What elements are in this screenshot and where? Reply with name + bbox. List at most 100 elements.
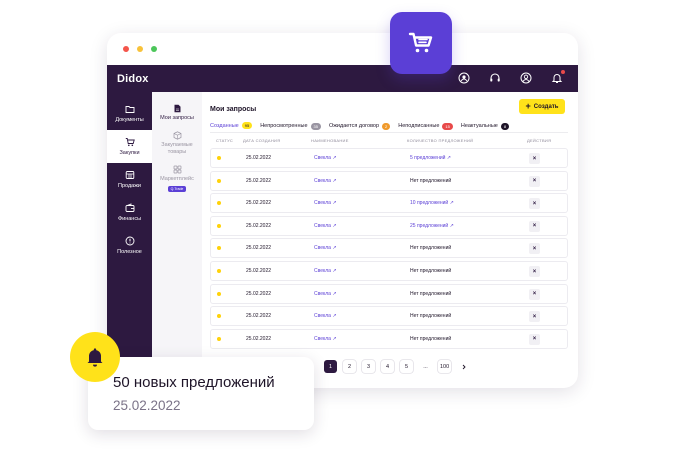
subnav-item-my-requests[interactable]: Мои запросы [152, 104, 202, 122]
file-icon [174, 104, 180, 113]
bell-icon [87, 348, 103, 367]
table-row[interactable]: 25.02.2022 Свекла ↗ Нет предложений × [210, 238, 568, 259]
subnav-item-purchased-goods[interactable]: Закупаемые товары [152, 131, 202, 156]
window-titlebar [107, 33, 578, 65]
row-date: 25.02.2022 [246, 222, 272, 229]
wallet-icon [125, 203, 134, 212]
notification-toast[interactable]: 50 новых предложений 25.02.2022 [88, 357, 314, 430]
row-name-link[interactable]: Свекла ↗ [314, 336, 337, 342]
cart-icon [408, 32, 433, 53]
row-delete-button[interactable]: × [529, 220, 540, 232]
purchases-cart-tile [390, 12, 452, 74]
cart-icon [125, 138, 135, 147]
app-logo[interactable]: Didox [117, 73, 149, 85]
next-page-icon[interactable] [457, 360, 470, 373]
close-icon: × [532, 223, 537, 230]
maximize-window-dot[interactable] [151, 46, 157, 52]
tab-label: Непросмотренные [260, 123, 308, 129]
sidebar-item-finance[interactable]: Финансы [107, 196, 152, 229]
info-icon [125, 236, 134, 246]
tab-label: Неподписанные [398, 123, 440, 129]
close-icon: × [532, 200, 537, 207]
row-offers[interactable]: 25 предложений ↗ [410, 223, 454, 229]
top-bar-icons [457, 70, 565, 85]
table-row[interactable]: 25.02.2022 Свекла ↗ Нет предложений × [210, 261, 568, 281]
row-offers: Нет предложений [410, 268, 452, 274]
table-row[interactable]: 25.02.2022 Свекла ↗ 5 предложений ↗ × [210, 148, 568, 168]
headset-icon[interactable] [488, 71, 502, 85]
row-delete-button[interactable]: × [529, 288, 540, 300]
column-header-name: НАИМЕНОВАНИЕ [311, 138, 349, 143]
tab-count-badge: 15 [442, 122, 453, 130]
notification-bell-badge [70, 332, 120, 382]
row-date: 25.02.2022 [246, 313, 272, 320]
page-button[interactable]: 5 [400, 360, 413, 373]
sidebar-item-useful[interactable]: Полезное [107, 229, 152, 262]
user-badge-icon[interactable] [457, 71, 471, 85]
row-name-link[interactable]: Свекла ↗ [314, 291, 337, 297]
column-header-actions: ДЕЙСТВИЯ [527, 138, 552, 143]
tab-count-badge: 2 [382, 122, 391, 130]
row-name-link[interactable]: Свекла ↗ [314, 268, 337, 274]
close-window-dot[interactable] [123, 46, 129, 52]
subnav-item-marketplace[interactable]: Маркетплейс Q.Trade [152, 165, 202, 192]
row-name-link[interactable]: Свекла ↗ [314, 223, 337, 229]
page-button[interactable]: 4 [381, 360, 394, 373]
table-row[interactable]: 25.02.2022 Свекла ↗ Нет предложений × [210, 306, 568, 327]
subnav-item-label: Закупаемые товары [161, 141, 193, 155]
row-delete-button[interactable]: × [529, 266, 540, 277]
page-button[interactable]: 3 [362, 360, 375, 373]
column-header-offers: КОЛИЧЕСТВО ПРЕДЛОЖЕНИЙ [407, 138, 474, 143]
close-icon: × [532, 313, 537, 320]
create-button[interactable]: + Создать [519, 99, 565, 114]
row-delete-button[interactable]: × [529, 175, 540, 187]
row-delete-button[interactable]: × [529, 153, 540, 164]
page-title: Мои запросы [210, 106, 257, 113]
row-name-link[interactable]: Свекла ↗ [314, 245, 337, 251]
status-indicator [217, 269, 221, 273]
row-delete-button[interactable]: × [529, 311, 540, 323]
table-row[interactable]: 25.02.2022 Свекла ↗ 10 предложений ↗ × [210, 193, 568, 214]
row-date: 25.02.2022 [246, 245, 272, 252]
bell-icon[interactable] [550, 70, 565, 85]
row-offers: Нет предложений [410, 335, 452, 342]
row-name-link[interactable]: Свекла ↗ [314, 155, 337, 161]
sidebar-item-purchases[interactable]: Закупки [107, 130, 152, 163]
row-date: 25.02.2022 [246, 268, 272, 274]
sidebar-item-sales[interactable]: Продажи [107, 163, 152, 196]
close-icon: × [532, 245, 537, 252]
row-name-link[interactable]: Свекла ↗ [314, 178, 337, 184]
table-row[interactable]: 25.02.2022 Свекла ↗ Нет предложений × [210, 170, 568, 191]
close-icon: × [532, 155, 537, 162]
row-delete-button[interactable]: × [529, 198, 540, 210]
minimize-window-dot[interactable] [137, 46, 143, 52]
sidebar-item-label: Полезное [117, 249, 142, 255]
row-delete-button[interactable]: × [529, 333, 540, 345]
table-row[interactable]: 25.02.2022 Свекла ↗ Нет предложений × [210, 283, 568, 304]
row-name-link[interactable]: Свекла ↗ [314, 200, 337, 206]
page-button[interactable]: 2 [343, 360, 356, 373]
top-bar: Didox [107, 65, 578, 92]
page-button[interactable]: 100 [438, 360, 452, 373]
page-button[interactable]: 1 [324, 360, 337, 373]
grid-icon [173, 165, 181, 173]
plus-icon: + [525, 101, 531, 111]
row-delete-button[interactable]: × [529, 243, 540, 255]
row-offers[interactable]: 5 предложений ↗ [410, 155, 451, 161]
notification-title: 50 новых предложений [113, 374, 275, 391]
notification-date: 25.02.2022 [113, 398, 181, 413]
tab-label: Ожидается договор [328, 123, 380, 129]
table-row[interactable]: 25.02.2022 Свекла ↗ Нет предложений × [210, 328, 568, 349]
status-indicator [217, 291, 221, 296]
stage: Didox Документы Закупки Продажи Финансы … [0, 0, 680, 453]
status-indicator [217, 178, 221, 183]
profile-icon[interactable] [519, 71, 533, 85]
sidebar-item-documents[interactable]: Документы [107, 97, 152, 130]
tab-label: Неактуальные [460, 123, 498, 129]
status-indicator [217, 156, 221, 160]
row-offers[interactable]: 10 предложений ↗ [410, 200, 454, 206]
table-row[interactable]: 25.02.2022 Свекла ↗ 25 предложений ↗ × [210, 215, 568, 236]
close-icon: × [532, 291, 537, 298]
row-date: 25.02.2022 [246, 200, 272, 207]
row-name-link[interactable]: Свекла ↗ [314, 313, 337, 319]
